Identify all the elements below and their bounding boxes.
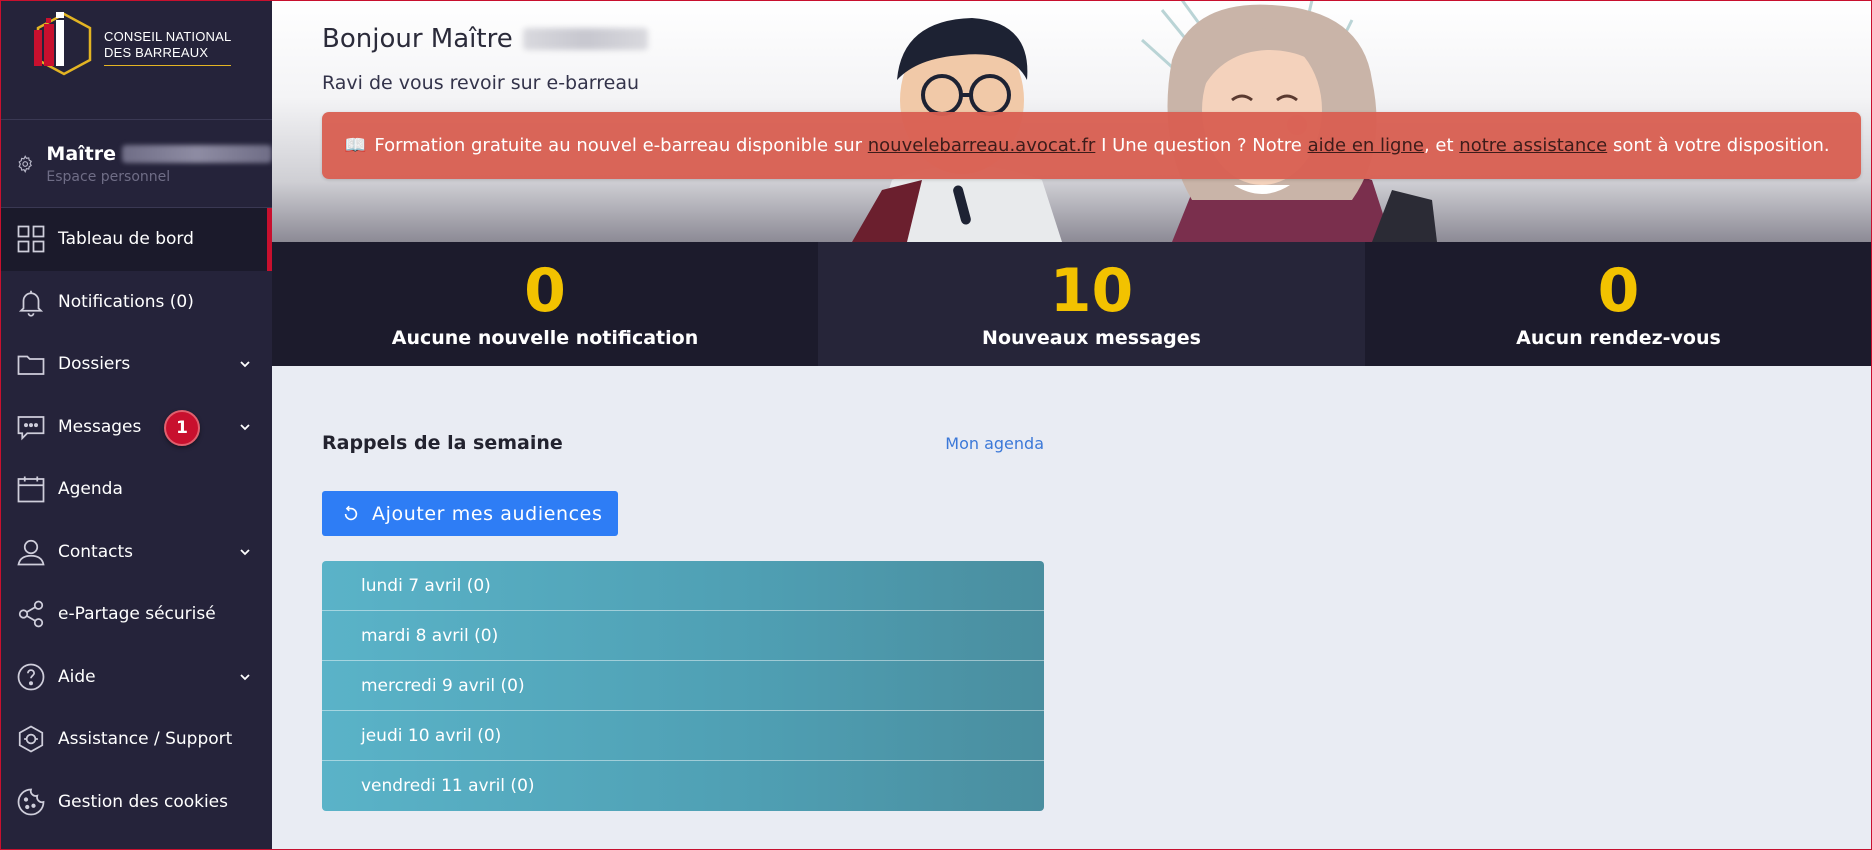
add-hearings-label: Ajouter mes audiences <box>372 502 603 525</box>
sidebar-item-label: Tableau de bord <box>58 229 194 250</box>
sidebar-item-label: Messages <box>58 416 142 437</box>
sidebar-item-label: Gestion des cookies <box>58 791 228 812</box>
welcome-banner: Bonjour Maître Ravi de vous revoir sur e… <box>272 0 1872 242</box>
user-name: Maître <box>46 143 272 165</box>
dashboard-icon <box>17 225 45 253</box>
link-aide-en-ligne[interactable]: aide en ligne <box>1308 135 1424 156</box>
stat-label: Nouveaux messages <box>982 327 1201 349</box>
stat-label: Aucun rendez-vous <box>1516 327 1721 349</box>
add-hearings-button[interactable]: Ajouter mes audiences <box>322 491 618 536</box>
chevron-down-icon[interactable] <box>238 545 252 559</box>
chevron-down-icon[interactable] <box>238 357 252 371</box>
link-nouvelebarreau[interactable]: nouvelebarreau.avocat.fr <box>868 135 1096 156</box>
sidebar-item-label: Aide <box>58 666 96 687</box>
sidebar-item-label: Assistance / Support <box>58 729 233 750</box>
mon-agenda-link[interactable]: Mon agenda <box>945 434 1044 453</box>
share-icon <box>18 600 44 628</box>
cnb-logo-icon <box>34 12 92 76</box>
person-icon <box>17 539 45 566</box>
user-subtitle: Espace personnel <box>46 168 171 185</box>
support-icon <box>18 725 44 753</box>
stat-notifications[interactable]: 0 Aucune nouvelle notification <box>272 242 818 366</box>
sidebar-item-label: e-Partage sécurisé <box>58 604 216 625</box>
day-item[interactable]: lundi 7 avril (0) <box>322 561 1044 611</box>
sidebar: CONSEIL NATIONAL DES BARREAUX Maître Esp… <box>0 0 272 850</box>
stat-label: Aucune nouvelle notification <box>391 327 699 349</box>
greeting-subtitle: Ravi de vous revoir sur e-barreau <box>322 72 639 94</box>
sidebar-item-label: Notifications (0) <box>58 291 194 312</box>
bell-icon <box>18 290 44 317</box>
chat-icon <box>17 415 45 441</box>
calendar-icon <box>17 476 45 503</box>
alert-text: Formation gratuite au nouvel e-barreau d… <box>374 135 863 156</box>
greeting-title: Bonjour Maître <box>322 24 648 54</box>
gear-icon <box>18 154 32 173</box>
redacted-name <box>522 28 648 50</box>
reminders-header: Rappels de la semaine Mon agenda <box>322 432 1044 454</box>
sidebar-item-label: Contacts <box>58 541 133 562</box>
day-item[interactable]: mercredi 9 avril (0) <box>322 661 1044 711</box>
stat-messages[interactable]: 10 Nouveaux messages <box>818 242 1365 366</box>
refresh-icon <box>344 505 358 520</box>
sidebar-item-label: Dossiers <box>58 354 131 375</box>
cnb-logo[interactable]: CONSEIL NATIONAL DES BARREAUX <box>0 0 272 120</box>
sidebar-item-label: Agenda <box>58 479 123 500</box>
sidebar-item-cookies[interactable]: Gestion des cookies <box>0 771 272 834</box>
sidebar-item-aide[interactable]: Aide <box>0 646 272 709</box>
day-item[interactable]: mardi 8 avril (0) <box>322 611 1044 661</box>
sidebar-nav: Tableau de bord Notifications (0) Dossie… <box>0 208 272 833</box>
sidebar-item-dossiers[interactable]: Dossiers <box>0 333 272 396</box>
section-title: Rappels de la semaine <box>322 432 563 454</box>
day-item[interactable]: vendredi 11 avril (0) <box>322 761 1044 811</box>
alert-text: I Une question ? Notre <box>1101 135 1302 156</box>
stat-value: 10 <box>1049 256 1134 326</box>
sidebar-item-contacts[interactable]: Contacts <box>0 521 272 584</box>
stat-value: 0 <box>1597 256 1640 326</box>
user-title: Maître <box>46 142 116 165</box>
folder-icon <box>17 355 45 376</box>
link-notre-assistance[interactable]: notre assistance <box>1459 135 1607 156</box>
unread-badge: 1 <box>164 409 200 446</box>
cookie-icon <box>17 788 45 816</box>
day-list: lundi 7 avril (0) mardi 8 avril (0) merc… <box>322 561 1044 811</box>
chevron-down-icon[interactable] <box>238 670 252 684</box>
alert-text: , et <box>1423 135 1454 156</box>
book-icon: 📖 <box>344 135 367 156</box>
info-alert: 📖 Formation gratuite au nouvel e-barreau… <box>322 112 1861 179</box>
logo-line-1: CONSEIL NATIONAL <box>104 29 232 44</box>
sidebar-item-assistance[interactable]: Assistance / Support <box>0 708 272 771</box>
sidebar-item-dashboard[interactable]: Tableau de bord <box>0 208 272 271</box>
sidebar-item-agenda[interactable]: Agenda <box>0 458 272 521</box>
alert-text: sont à votre disposition. <box>1612 135 1830 156</box>
redacted-name <box>122 144 272 163</box>
sidebar-item-notifications[interactable]: Notifications (0) <box>0 271 272 334</box>
help-icon <box>17 663 45 691</box>
logo-line-2: DES BARREAUX <box>104 45 209 60</box>
stat-appointments[interactable]: 0 Aucun rendez-vous <box>1365 242 1872 366</box>
day-item[interactable]: jeudi 10 avril (0) <box>322 711 1044 761</box>
stats-bar: 0 Aucune nouvelle notification 10 Nouvea… <box>272 242 1872 366</box>
greeting-text: Bonjour Maître <box>322 24 513 54</box>
sidebar-item-messages[interactable]: Messages 1 <box>0 396 272 459</box>
chevron-down-icon[interactable] <box>238 420 252 434</box>
sidebar-item-e-partage[interactable]: e-Partage sécurisé <box>0 583 272 646</box>
stat-value: 0 <box>524 256 566 326</box>
user-account[interactable]: Maître Espace personnel <box>0 120 272 208</box>
logo-text: CONSEIL NATIONAL DES BARREAUX <box>104 29 232 66</box>
